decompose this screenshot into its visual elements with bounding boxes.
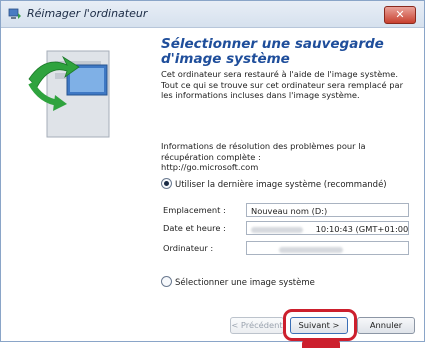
page-heading: Sélectionner une sauvegarde d'image syst…: [161, 36, 384, 67]
computer-icon: [8, 8, 21, 19]
info-label: Informations de résolution des problèmes…: [161, 141, 366, 162]
radio-selected-icon[interactable]: [161, 178, 172, 189]
intro-text: Cet ordinateur sera restauré à l'aide de…: [161, 69, 403, 100]
radio-latest-image[interactable]: Utiliser la dernière image système (reco…: [161, 178, 387, 192]
datetime-label: Date et heure :: [163, 223, 226, 233]
redacted-date: [251, 226, 303, 233]
cancel-button[interactable]: Annuler: [357, 317, 415, 334]
next-button[interactable]: Suivant >: [290, 317, 348, 334]
location-field: Nouveau nom (D:): [246, 203, 409, 217]
window-title: Réimager l'ordinateur: [27, 7, 148, 20]
troubleshooting-info: Informations de résolution des problèmes…: [161, 141, 411, 173]
radio-latest-label: Utiliser la dernière image système (reco…: [175, 180, 387, 190]
datetime-value: 10:10:43 (GMT+01:00): [315, 224, 409, 234]
info-link[interactable]: http://go.microsoft.com: [161, 162, 411, 173]
location-label: Emplacement :: [163, 205, 226, 215]
computer-label: Ordinateur :: [163, 243, 214, 253]
radio-choose-label: Sélectionner une image système: [175, 278, 315, 288]
radio-unselected-icon[interactable]: [161, 276, 172, 287]
close-button[interactable]: ✕: [384, 6, 416, 24]
computer-field: [246, 241, 409, 255]
computer-restore-icon: [28, 50, 110, 138]
previous-button[interactable]: < Précédent: [230, 317, 284, 334]
highlight-marker: [302, 338, 340, 348]
datetime-field: 10:10:43 (GMT+01:00): [246, 221, 409, 235]
redacted-computer-name: [279, 246, 343, 253]
title-bar[interactable]: Réimager l'ordinateur ✕: [1, 1, 424, 28]
radio-choose-image[interactable]: Sélectionner une image système: [161, 276, 315, 290]
restore-dialog: Réimager l'ordinateur ✕ Sélectionner une…: [0, 0, 425, 348]
